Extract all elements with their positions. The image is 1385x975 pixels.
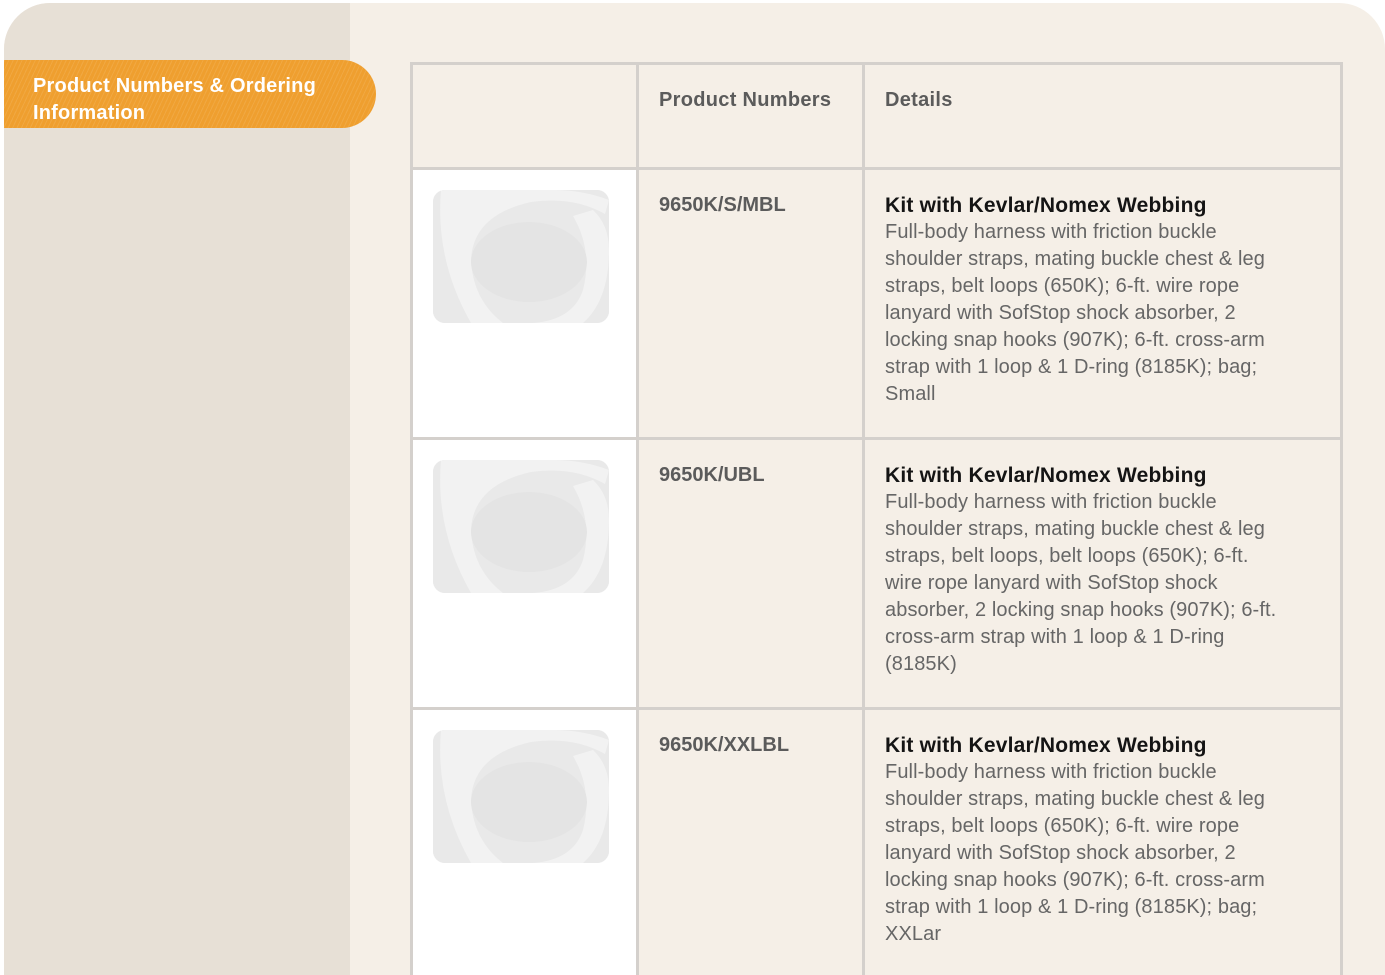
product-image-placeholder-icon <box>433 730 609 863</box>
image-cell <box>410 437 639 710</box>
product-image-placeholder-icon <box>433 460 609 593</box>
sidebar: Product Numbers & Ordering Information <box>4 3 376 975</box>
kit-description: Full-body harness with friction buckle s… <box>885 221 1265 405</box>
product-number: 9650K/S/MBL <box>659 194 786 216</box>
kit-description: Full-body harness with friction buckle s… <box>885 491 1277 675</box>
product-table: Product Numbers Details 9650K/S/MBL Kit … <box>410 62 1343 975</box>
image-cell <box>410 707 639 975</box>
kit-title: Kit with Kevlar/Nomex Webbing <box>885 734 1207 757</box>
header-image <box>410 62 639 170</box>
product-number-cell: 9650K/UBL <box>636 437 865 710</box>
kit-description: Full-body harness with friction buckle s… <box>885 761 1265 945</box>
table-row: 9650K/XXLBL Kit with Kevlar/Nomex Webbin… <box>410 707 1343 975</box>
details-cell: Kit with Kevlar/Nomex Webbing Full-body … <box>862 167 1343 440</box>
table-row: 9650K/UBL Kit with Kevlar/Nomex Webbing … <box>410 437 1343 710</box>
table-row: 9650K/S/MBL Kit with Kevlar/Nomex Webbin… <box>410 167 1343 440</box>
details-cell: Kit with Kevlar/Nomex Webbing Full-body … <box>862 707 1343 975</box>
product-number-cell: 9650K/XXLBL <box>636 707 865 975</box>
header-product-numbers: Product Numbers <box>636 62 865 170</box>
product-image-placeholder-icon <box>433 190 609 323</box>
product-number-cell: 9650K/S/MBL <box>636 167 865 440</box>
image-cell <box>410 167 639 440</box>
product-number: 9650K/UBL <box>659 464 765 486</box>
table-header-row: Product Numbers Details <box>410 62 1343 170</box>
product-number: 9650K/XXLBL <box>659 734 790 756</box>
sidebar-tab-label: Product Numbers & Ordering Information <box>33 75 317 124</box>
page-frame: Product Numbers & Ordering Information P… <box>4 3 1385 975</box>
details-cell: Kit with Kevlar/Nomex Webbing Full-body … <box>862 437 1343 710</box>
sidebar-tab-product-numbers[interactable]: Product Numbers & Ordering Information <box>4 60 376 128</box>
header-details: Details <box>862 62 1343 170</box>
kit-title: Kit with Kevlar/Nomex Webbing <box>885 464 1207 487</box>
kit-title: Kit with Kevlar/Nomex Webbing <box>885 194 1207 217</box>
